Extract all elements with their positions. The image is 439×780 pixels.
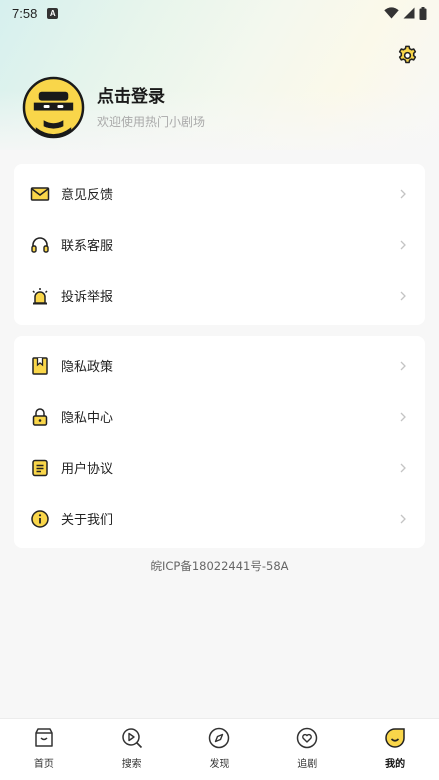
chevron-right-icon bbox=[400, 189, 406, 198]
heart-icon bbox=[297, 727, 318, 749]
menu-item-user-agreement[interactable]: 用户协议 bbox=[14, 442, 425, 493]
menu-item-complaint[interactable]: 投诉举报 bbox=[14, 270, 425, 321]
menu-item-privacy-policy[interactable]: 隐私政策 bbox=[14, 340, 425, 391]
profile-header[interactable]: 点击登录 欢迎使用热门小剧场 bbox=[22, 76, 205, 139]
bookmark-icon bbox=[32, 356, 48, 375]
menu-label: 意见反馈 bbox=[61, 188, 114, 203]
home-icon bbox=[35, 728, 53, 747]
tab-search[interactable]: 搜索 bbox=[88, 719, 176, 780]
login-subtitle: 欢迎使用热门小剧场 bbox=[97, 114, 206, 129]
menu-label: 投诉举报 bbox=[61, 290, 114, 305]
status-bar: 7:58 A bbox=[0, 0, 439, 26]
icp-license-text[interactable]: 皖ICP备18022441号-58A bbox=[0, 558, 439, 574]
tab-home[interactable]: 首页 bbox=[0, 719, 88, 780]
menu-label: 隐私中心 bbox=[61, 411, 114, 426]
alarm-icon bbox=[32, 287, 48, 304]
chevron-right-icon bbox=[400, 291, 406, 300]
chevron-right-icon bbox=[400, 463, 406, 472]
menu-label: 用户协议 bbox=[61, 462, 114, 477]
chevron-right-icon bbox=[400, 240, 406, 249]
chevron-right-icon bbox=[400, 361, 406, 370]
tab-discover[interactable]: 发现 bbox=[176, 719, 264, 780]
profile-smile-icon bbox=[385, 728, 405, 748]
chevron-right-icon bbox=[400, 514, 406, 523]
login-title[interactable]: 点击登录 bbox=[97, 86, 205, 108]
menu-item-privacy-center[interactable]: 隐私中心 bbox=[14, 391, 425, 442]
menu-item-customer-service[interactable]: 联系客服 bbox=[14, 219, 425, 270]
headset-icon bbox=[31, 236, 49, 253]
bottom-tab-bar: 首页 搜索 发现 追剧 我的 bbox=[0, 718, 439, 780]
search-icon bbox=[121, 728, 142, 749]
document-icon bbox=[32, 459, 48, 476]
settings-gear-icon[interactable] bbox=[396, 44, 419, 67]
menu-card-support: 意见反馈 联系客服 投诉举报 bbox=[14, 164, 425, 325]
signal-icon bbox=[403, 7, 415, 19]
menu-label: 关于我们 bbox=[61, 513, 114, 528]
tab-label: 追剧 bbox=[297, 759, 318, 770]
tab-label: 首页 bbox=[33, 759, 54, 770]
notification-badge: A bbox=[47, 7, 59, 19]
status-time: 7:58 bbox=[12, 5, 38, 21]
menu-item-feedback[interactable]: 意见反馈 bbox=[14, 168, 425, 219]
wifi-icon bbox=[384, 7, 399, 19]
status-icons bbox=[384, 6, 427, 20]
compass-icon bbox=[209, 727, 230, 749]
menu-item-about-us[interactable]: 关于我们 bbox=[14, 493, 425, 544]
chevron-right-icon bbox=[400, 412, 406, 421]
avatar-masked-icon[interactable] bbox=[22, 76, 85, 139]
mail-icon bbox=[30, 186, 50, 201]
tab-following[interactable]: 追剧 bbox=[263, 719, 351, 780]
menu-card-legal: 隐私政策 隐私中心 用户协议 关于我们 bbox=[14, 336, 425, 548]
tab-label: 我的 bbox=[385, 759, 406, 770]
tab-label: 搜索 bbox=[121, 759, 142, 770]
tab-label: 发现 bbox=[209, 759, 230, 770]
info-icon bbox=[31, 509, 49, 528]
lock-icon bbox=[32, 407, 48, 426]
tab-profile[interactable]: 我的 bbox=[351, 719, 439, 780]
menu-label: 联系客服 bbox=[61, 239, 114, 254]
battery-icon bbox=[419, 6, 427, 20]
menu-label: 隐私政策 bbox=[61, 360, 114, 375]
